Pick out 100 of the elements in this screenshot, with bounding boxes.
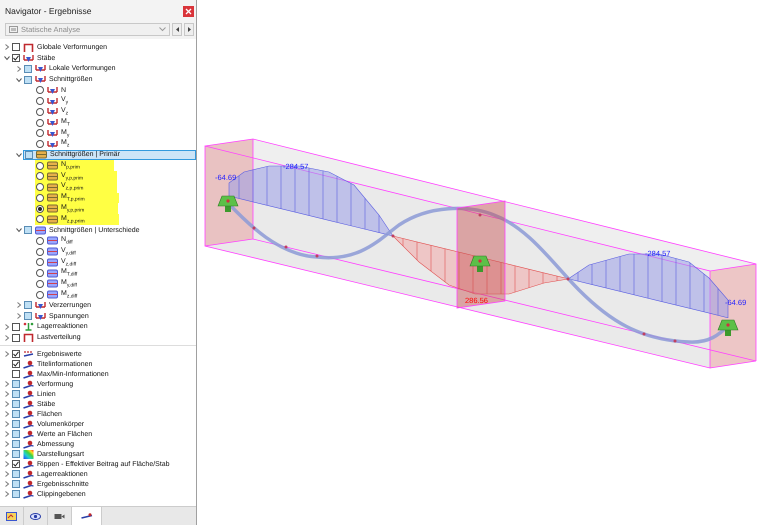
- display-settings-icon: [23, 360, 34, 368]
- member-diagram-icon: [35, 75, 46, 84]
- display-settings-icon: [23, 480, 34, 488]
- radio-button[interactable]: [36, 290, 44, 299]
- member-diagram-icon: [47, 86, 58, 95]
- difference-diagram-icon: [47, 290, 58, 300]
- display-settings-icon: [23, 380, 34, 388]
- frame-icon: [23, 333, 34, 342]
- triangle-right-icon: [186, 26, 192, 33]
- radio-button[interactable]: [36, 118, 44, 127]
- radio-button[interactable]: [36, 194, 44, 202]
- close-icon: [185, 8, 192, 14]
- radio-button[interactable]: [36, 97, 44, 106]
- primary-diagram-icon: [36, 150, 47, 160]
- close-button[interactable]: [183, 6, 194, 16]
- chevron-right-icon[interactable]: [4, 324, 10, 330]
- checkbox[interactable]: [12, 360, 20, 368]
- radio-button[interactable]: [36, 183, 44, 192]
- radio-button[interactable]: [36, 86, 44, 94]
- member-diagram-icon: [35, 300, 46, 310]
- chevron-right-icon[interactable]: [4, 491, 10, 497]
- radio-button[interactable]: [36, 172, 44, 180]
- color-scale-icon: [23, 450, 34, 458]
- chevron-right-icon[interactable]: [4, 44, 10, 50]
- triangle-left-icon: [174, 26, 180, 33]
- results-icon: [80, 513, 92, 519]
- radio-button[interactable]: [36, 108, 44, 116]
- chevron-right-icon[interactable]: [4, 451, 10, 457]
- display-settings-icon: [23, 440, 34, 448]
- difference-diagram-icon: [47, 279, 58, 288]
- radio-button[interactable]: [36, 269, 44, 278]
- display-settings-icon: [23, 420, 34, 428]
- display-settings-icon: [23, 470, 34, 478]
- chevron-right-icon[interactable]: [16, 302, 22, 308]
- support-reaction-icon: [23, 322, 34, 332]
- chevron-right-icon[interactable]: [4, 351, 10, 357]
- chevron-right-icon[interactable]: [4, 401, 10, 407]
- checkbox[interactable]: [12, 334, 20, 342]
- display-settings-icon: [23, 410, 34, 418]
- checkmark-icon: [13, 55, 19, 62]
- chevron-down-icon[interactable]: [4, 55, 10, 62]
- primary-diagram-icon: [47, 204, 58, 214]
- primary-diagram-icon: [47, 182, 58, 192]
- radio-button[interactable]: [36, 236, 44, 245]
- member-diagram-icon: [23, 54, 34, 63]
- chevron-right-icon[interactable]: [4, 391, 10, 397]
- chevron-right-icon[interactable]: [4, 411, 10, 417]
- radio-button[interactable]: [36, 204, 44, 213]
- display-settings-icon: [23, 460, 34, 468]
- frame-icon: [23, 42, 34, 52]
- display-settings-icon: [23, 400, 34, 408]
- radio-button[interactable]: [36, 140, 44, 148]
- radio-button[interactable]: [36, 280, 44, 288]
- radio-button[interactable]: [36, 162, 44, 170]
- chevron-right-icon[interactable]: [4, 381, 10, 387]
- radio-button[interactable]: [36, 248, 44, 256]
- radio-button[interactable]: [36, 129, 44, 138]
- member-diagram-icon: [47, 140, 58, 149]
- panel-title: Navigator - Ergebnisse: [5, 6, 92, 16]
- primary-diagram-icon: [47, 214, 58, 224]
- member-diagram-icon: [35, 312, 46, 321]
- primary-diagram-icon: [47, 161, 58, 170]
- checkbox[interactable]: [12, 460, 20, 468]
- primary-diagram-icon: [47, 172, 58, 181]
- member-diagram-icon: [47, 128, 58, 138]
- chevron-right-icon[interactable]: [4, 421, 10, 427]
- eye-icon: [30, 512, 41, 520]
- chevron-right-icon[interactable]: [16, 313, 22, 320]
- chevron-down-icon[interactable]: [16, 76, 22, 83]
- member-diagram-icon: [35, 64, 46, 74]
- display-settings-icon: [23, 370, 34, 378]
- panel-tab[interactable]: [72, 507, 102, 525]
- member-diagram-icon: [47, 107, 58, 116]
- chevron-down-icon[interactable]: [16, 152, 22, 158]
- camera-icon: [54, 512, 65, 520]
- next-button[interactable]: [184, 23, 194, 36]
- chevron-right-icon[interactable]: [16, 66, 22, 72]
- checkbox[interactable]: [12, 322, 20, 331]
- chevron-right-icon[interactable]: [4, 461, 10, 467]
- member-diagram-icon: [47, 96, 58, 106]
- display-settings-icon: [23, 430, 34, 438]
- difference-diagram-icon: [35, 226, 46, 235]
- chevron-right-icon[interactable]: [4, 471, 10, 477]
- data-icon: [6, 512, 17, 520]
- checkbox[interactable]: [12, 43, 20, 52]
- difference-diagram-icon: [47, 247, 58, 256]
- chevron-right-icon[interactable]: [4, 481, 10, 487]
- checkbox[interactable]: [12, 54, 20, 62]
- chevron-right-icon[interactable]: [4, 334, 10, 341]
- checkbox[interactable]: [12, 370, 20, 378]
- chevron-right-icon[interactable]: [4, 431, 10, 437]
- radio-button[interactable]: [36, 215, 44, 224]
- display-settings-icon: [23, 390, 34, 398]
- checkmark-icon: [13, 461, 19, 467]
- chevron-right-icon[interactable]: [4, 441, 10, 447]
- radio-button[interactable]: [36, 258, 44, 266]
- chevron-down-icon[interactable]: [16, 227, 22, 234]
- display-settings-icon: [23, 490, 34, 498]
- previous-button[interactable]: [172, 23, 182, 36]
- checkbox[interactable]: [12, 350, 20, 358]
